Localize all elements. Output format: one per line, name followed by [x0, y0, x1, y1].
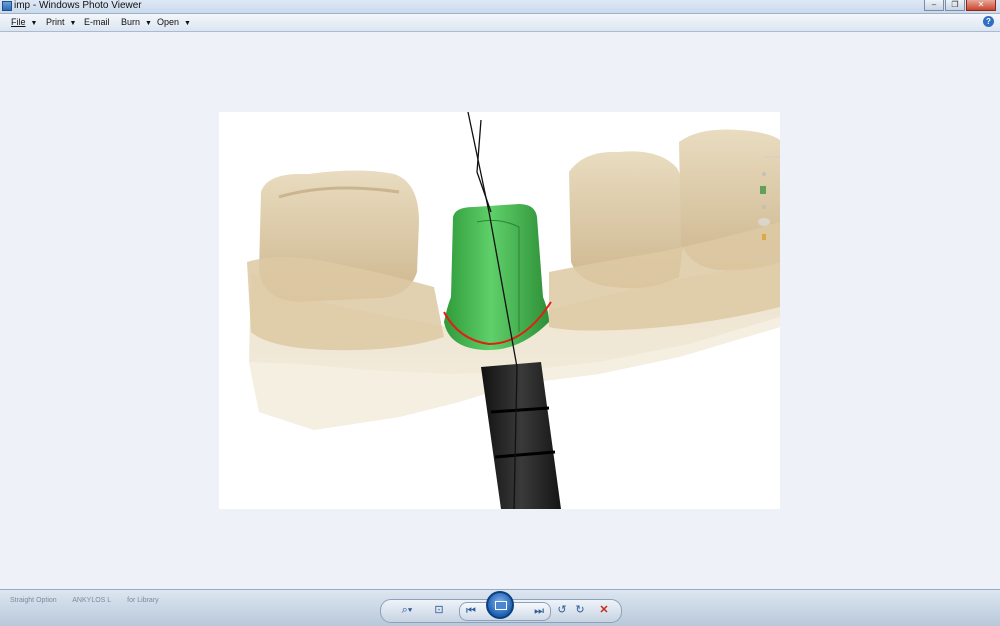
thumbnail-label: ANKYLOS L — [72, 597, 112, 604]
image-viewing-area — [0, 32, 1000, 589]
actual-size-icon[interactable]: ⊡ — [429, 602, 449, 619]
menu-print[interactable]: Print ▼ — [46, 16, 76, 30]
title-bar: imp - Windows Photo Viewer – ❐ ✕ — [0, 0, 1000, 14]
chevron-down-icon: ▼ — [184, 20, 191, 27]
menu-open[interactable]: Open ▼ — [157, 16, 191, 30]
minimize-button[interactable]: – — [924, 0, 944, 11]
close-button[interactable]: ✕ — [966, 0, 996, 11]
bottom-control-bar: Straight Option ANKYLOS L for Library ⌕▾… — [0, 589, 1000, 626]
thumbnail-strip: Straight Option ANKYLOS L for Library — [10, 597, 173, 605]
slideshow-button[interactable] — [486, 591, 514, 619]
delete-icon[interactable]: ✕ — [595, 602, 613, 619]
menu-burn[interactable]: Burn ▼ — [121, 16, 152, 30]
displayed-photo[interactable] — [219, 112, 780, 509]
menu-print-label: Print — [46, 17, 65, 27]
thumbnail-label: for Library — [127, 597, 159, 604]
restore-button[interactable]: ❐ — [945, 0, 965, 11]
chevron-down-icon: ▼ — [145, 20, 152, 27]
photo-viewer-app-icon — [2, 1, 12, 11]
rotate-counterclockwise-icon[interactable]: ↺ — [553, 602, 571, 619]
green-abutment — [444, 204, 549, 351]
implant-post — [481, 362, 561, 509]
menu-bar: File ▼ Print ▼ E-mail Burn ▼ Open ▼ ? — [0, 14, 1000, 32]
next-icon[interactable]: ⏭ — [534, 603, 544, 620]
chevron-down-icon: ▼ — [30, 20, 38, 27]
window-title: imp - Windows Photo Viewer — [14, 0, 142, 11]
rotate-clockwise-icon[interactable]: ↻ — [571, 602, 589, 619]
slideshow-icon — [495, 601, 507, 610]
menu-email[interactable]: E-mail — [84, 16, 110, 28]
window-controls: – ❐ ✕ — [924, 0, 996, 11]
menu-burn-label: Burn — [121, 17, 141, 27]
zoom-icon[interactable]: ⌕▾ — [395, 602, 419, 619]
previous-icon[interactable]: ⏮ — [466, 603, 476, 620]
help-icon[interactable]: ? — [983, 16, 994, 27]
chevron-down-icon: ▼ — [69, 20, 77, 27]
menu-email-label: E-mail — [84, 17, 110, 27]
menu-file-label: File — [11, 17, 26, 27]
menu-file[interactable]: File ▼ — [11, 16, 37, 30]
menu-open-label: Open — [157, 17, 180, 27]
dental-model-image — [247, 112, 780, 509]
thumbnail-label: Straight Option — [10, 597, 57, 604]
